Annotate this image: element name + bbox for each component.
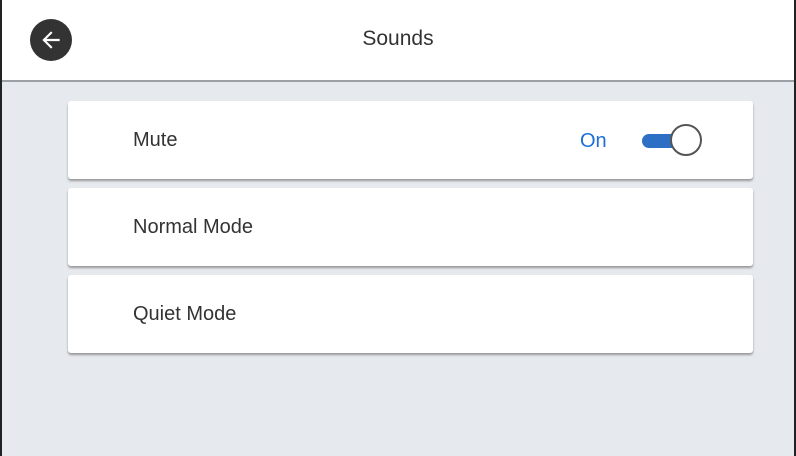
settings-list: Mute On Normal Mode Quiet Mode — [68, 101, 753, 362]
list-item-mute[interactable]: Mute On — [68, 101, 753, 179]
mute-label: Mute — [133, 129, 178, 151]
mute-toggle-state: On — [580, 130, 607, 152]
sounds-screen: Sounds Mute On Normal Mode Quiet Mode — [0, 0, 796, 456]
quiet-mode-label: Quiet Mode — [133, 303, 237, 325]
list-item-quiet-mode[interactable]: Quiet Mode — [68, 275, 753, 353]
list-item-normal-mode[interactable]: Normal Mode — [68, 188, 753, 266]
header-bar: Sounds — [2, 0, 794, 82]
page-title: Sounds — [362, 27, 434, 50]
normal-mode-label: Normal Mode — [133, 216, 254, 238]
mute-toggle[interactable] — [640, 123, 706, 159]
toggle-thumb — [670, 124, 702, 156]
